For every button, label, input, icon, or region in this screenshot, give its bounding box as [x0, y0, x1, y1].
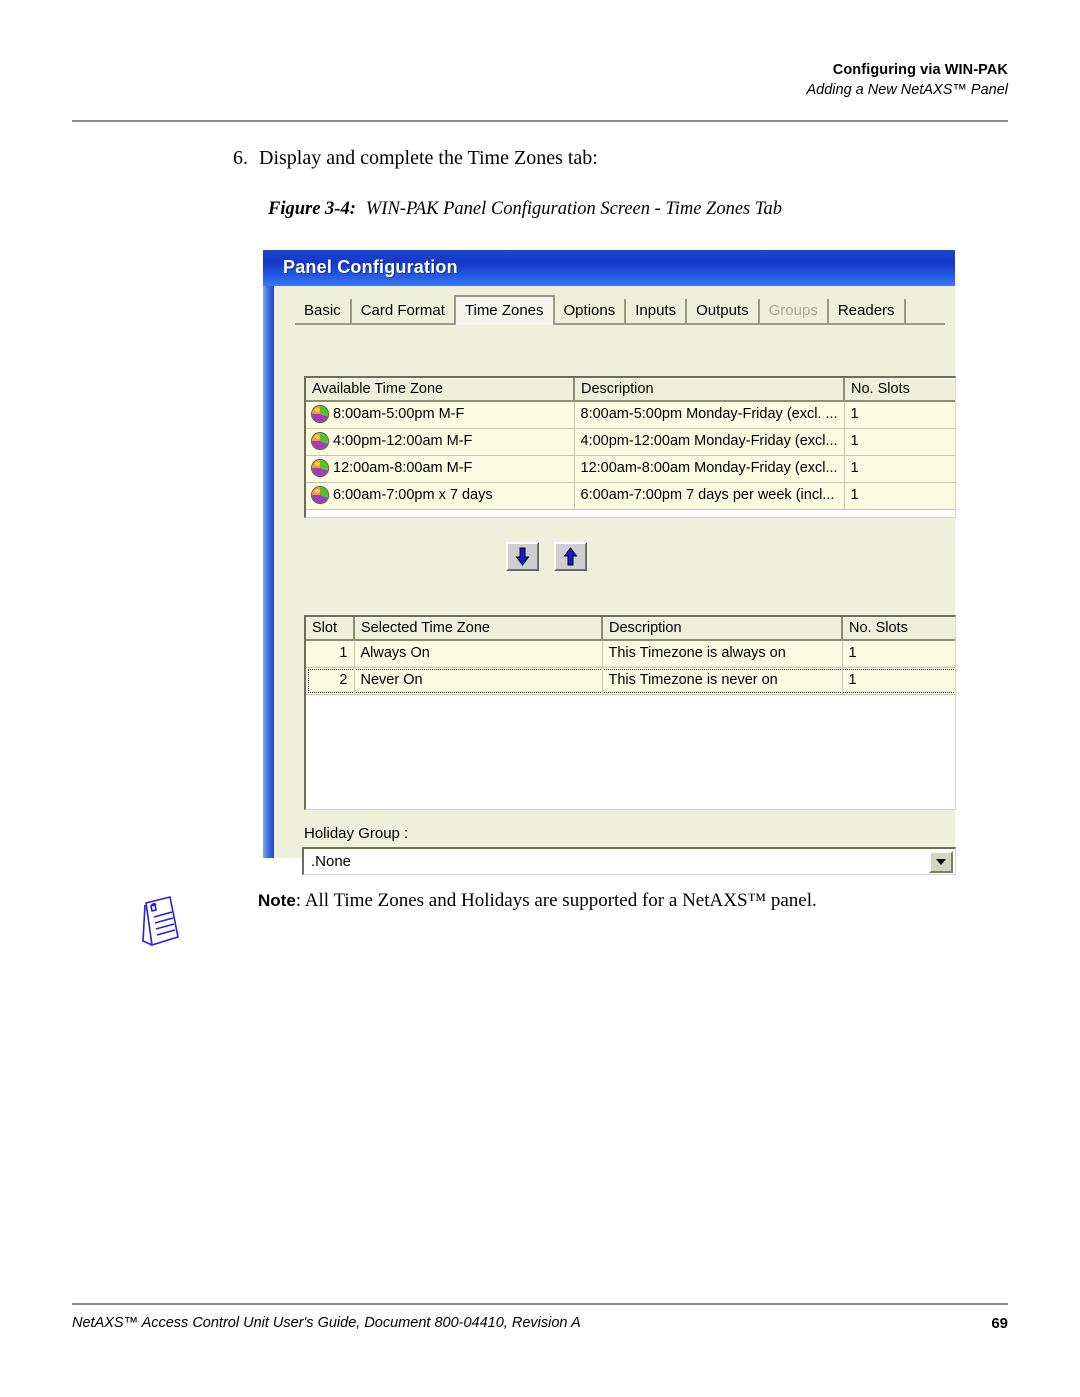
arrow-up-icon: [563, 547, 578, 566]
transfer-buttons: [506, 542, 587, 571]
timezone-clock-icon: [312, 460, 328, 476]
chevron-down-icon: [936, 858, 946, 865]
selected-row-1-description: This Timezone is never on: [602, 667, 843, 695]
tab-time-zones[interactable]: Time Zones: [453, 295, 555, 325]
table-row[interactable]: 2 Never On This Timezone is never on 1: [306, 667, 955, 695]
selected-time-zones-table: Slot Selected Time Zone Description No. …: [306, 617, 955, 695]
column-header-description[interactable]: Description: [602, 617, 843, 641]
column-header-no-slots[interactable]: No. Slots: [844, 378, 955, 402]
selected-row-0-description: This Timezone is always on: [602, 640, 843, 668]
available-row-3-description: 6:00am-7:00pm 7 days per week (incl...: [574, 482, 845, 510]
selected-row-1-slots: 1: [842, 667, 955, 695]
footer-text: NetAXS™ Access Control Unit User's Guide…: [72, 1315, 581, 1331]
selected-row-0-slots: 1: [842, 640, 955, 668]
tab-basic[interactable]: Basic: [295, 299, 352, 323]
arrow-down-icon: [515, 547, 530, 566]
note-body: All Time Zones and Holidays are supporte…: [301, 890, 817, 911]
figure-caption: Figure 3-4: WIN-PAK Panel Configuration S…: [268, 199, 782, 220]
tab-inputs[interactable]: Inputs: [626, 299, 688, 323]
column-header-selected-time-zone[interactable]: Selected Time Zone: [354, 617, 603, 641]
note-text: Note: All Time Zones and Holidays are su…: [258, 890, 817, 912]
column-header-description[interactable]: Description: [574, 378, 845, 402]
available-row-2-name: 12:00am-8:00am M-F: [333, 460, 473, 476]
table-header-row: Slot Selected Time Zone Description No. …: [306, 617, 955, 641]
tab-strip: Basic Card Format Time Zones Options Inp…: [295, 295, 906, 325]
page-number: 69: [991, 1315, 1008, 1332]
cell-time-zone-name: 4:00pm-12:00am M-F: [306, 428, 575, 456]
note-label: Note: [258, 891, 296, 910]
add-timezone-button[interactable]: [506, 542, 539, 571]
available-row-0-name: 8:00am-5:00pm M-F: [333, 406, 465, 423]
available-row-2-description: 12:00am-8:00am Monday-Friday (excl...: [574, 455, 845, 483]
holiday-group-label: Holiday Group :: [304, 825, 409, 842]
column-header-slot[interactable]: Slot: [306, 617, 355, 641]
available-row-1-name: 4:00pm-12:00am M-F: [333, 433, 473, 449]
header-subtitle: Adding a New NetAXS™ Panel: [806, 82, 1009, 98]
page-header: Configuring via WIN-PAK Adding a New Net…: [72, 62, 1009, 98]
tab-card-format[interactable]: Card Format: [351, 299, 456, 323]
figure-label: Figure 3-4:: [268, 199, 356, 219]
available-row-3-name: 6:00am-7:00pm x 7 days: [333, 487, 493, 503]
available-time-zones-table: Available Time Zone Description No. Slot…: [306, 378, 955, 510]
cell-time-zone-name: 8:00am-5:00pm M-F: [306, 401, 575, 429]
tab-readers[interactable]: Readers: [828, 299, 906, 323]
available-row-3-slots: 1: [844, 482, 955, 510]
table-row[interactable]: 4:00pm-12:00am M-F 4:00pm-12:00am Monday…: [306, 428, 955, 456]
available-row-2-slots: 1: [844, 455, 955, 483]
tab-options[interactable]: Options: [554, 299, 627, 323]
selected-row-0-name: Always On: [354, 640, 603, 668]
figure-caption-text: WIN-PAK Panel Configuration Screen - Tim…: [365, 199, 782, 219]
step-text: Display and complete the Time Zones tab:: [259, 147, 598, 169]
available-row-1-slots: 1: [844, 428, 955, 456]
remove-timezone-button[interactable]: [554, 542, 587, 571]
selected-row-1-slot: 2: [306, 667, 355, 695]
dialog-titlebar: Panel Configuration: [263, 250, 955, 286]
available-row-0-slots: 1: [844, 401, 955, 429]
table-row[interactable]: 1 Always On This Timezone is always on 1: [306, 640, 955, 668]
cell-time-zone-name: 6:00am-7:00pm x 7 days: [306, 482, 575, 510]
tab-outputs[interactable]: Outputs: [687, 299, 760, 323]
header-divider: [72, 120, 1008, 122]
column-header-available-time-zone[interactable]: Available Time Zone: [306, 378, 575, 402]
table-header-row: Available Time Zone Description No. Slot…: [306, 378, 955, 402]
available-row-0-description: 8:00am-5:00pm Monday-Friday (excl. ...: [574, 401, 845, 429]
timezone-clock-icon: [312, 433, 328, 449]
table-row[interactable]: 8:00am-5:00pm M-F 8:00am-5:00pm Monday-F…: [306, 401, 955, 429]
available-row-1-description: 4:00pm-12:00am Monday-Friday (excl...: [574, 428, 845, 456]
dialog-left-band: [263, 250, 274, 858]
footer-divider: [72, 1303, 1008, 1305]
holiday-group-dropdown[interactable]: .None: [302, 847, 956, 875]
dialog-body: Basic Card Format Time Zones Options Inp…: [274, 286, 956, 875]
column-header-no-slots[interactable]: No. Slots: [842, 617, 955, 641]
step-instruction: 6. Display and complete the Time Zones ta…: [233, 147, 598, 170]
selected-row-1-name: Never On: [354, 667, 603, 695]
step-number: 6.: [233, 147, 248, 169]
panel-configuration-dialog: Panel Configuration Basic Card Format Ti…: [263, 250, 956, 875]
timezone-clock-icon: [312, 487, 328, 503]
available-time-zones-list[interactable]: Available Time Zone Description No. Slot…: [304, 376, 956, 518]
timezone-clock-icon: [312, 406, 328, 423]
selected-time-zones-list[interactable]: Slot Selected Time Zone Description No. …: [304, 615, 956, 810]
cell-time-zone-name: 12:00am-8:00am M-F: [306, 455, 575, 483]
selected-row-0-slot: 1: [306, 640, 355, 668]
tab-strip-underline: [295, 323, 945, 325]
holiday-group-value: .None: [311, 853, 352, 870]
tab-groups: Groups: [759, 299, 829, 323]
header-title: Configuring via WIN-PAK: [832, 62, 1008, 78]
holiday-group-dropdown-button[interactable]: [929, 850, 953, 873]
table-row[interactable]: 6:00am-7:00pm x 7 days 6:00am-7:00pm 7 d…: [306, 482, 955, 510]
table-row[interactable]: 12:00am-8:00am M-F 12:00am-8:00am Monday…: [306, 455, 955, 483]
dialog-title: Panel Configuration: [283, 257, 458, 277]
note-paper-icon: [142, 896, 179, 946]
